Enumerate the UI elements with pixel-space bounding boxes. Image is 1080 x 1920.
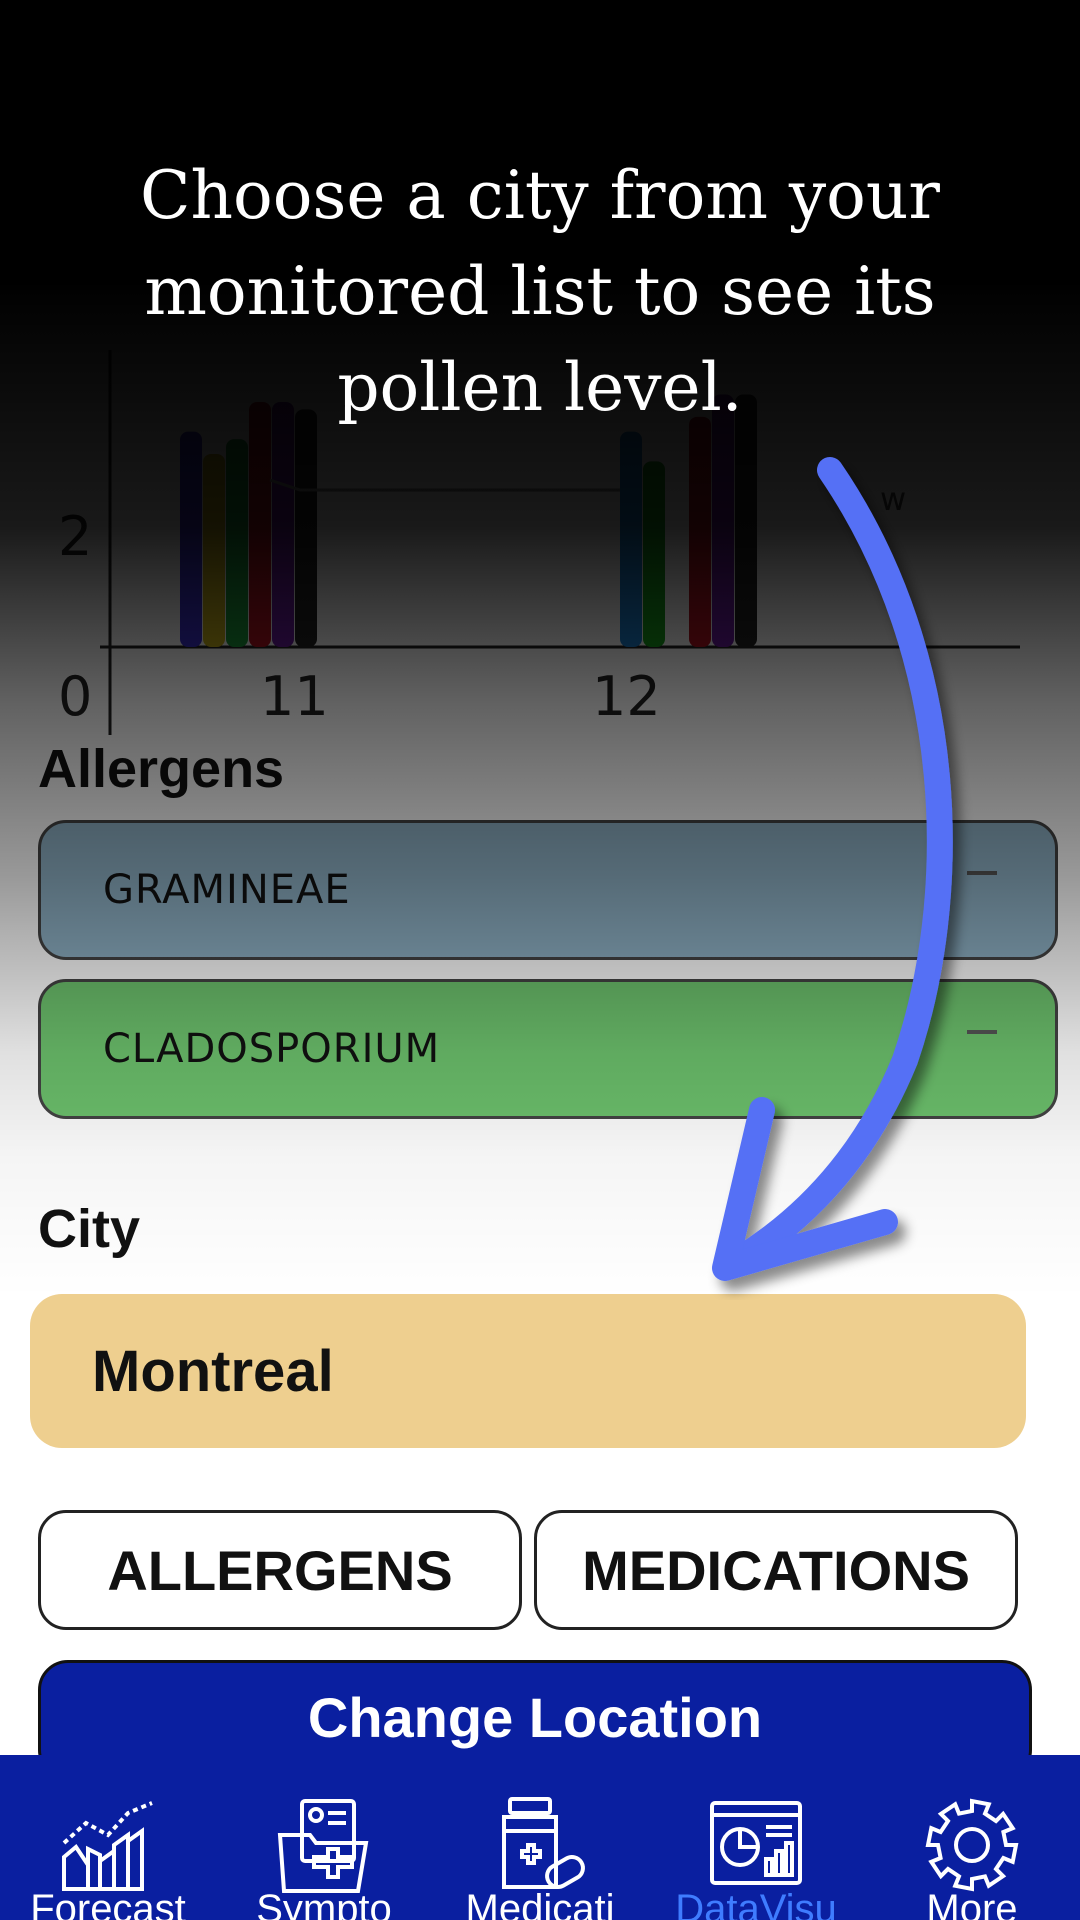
nav-more[interactable]: More: [864, 1755, 1080, 1920]
nav-label: Medicati: [465, 1887, 615, 1920]
gear-icon: [925, 1798, 1019, 1892]
nav-forecast[interactable]: Forecast: [0, 1755, 216, 1920]
data-dashboard-icon: [710, 1801, 802, 1885]
nav-datavisu[interactable]: DataVisu: [648, 1755, 864, 1920]
allergens-button[interactable]: ALLERGENS: [38, 1510, 522, 1630]
medication-bottle-icon: [502, 1797, 585, 1889]
coach-arrow-icon: [712, 457, 953, 1281]
nav-label: Sympto: [256, 1887, 392, 1920]
nav-label: More: [926, 1887, 1018, 1920]
medications-button[interactable]: MEDICATIONS: [534, 1510, 1018, 1630]
nav-symptoms[interactable]: Sympto: [216, 1755, 432, 1920]
selected-city: Montreal: [92, 1338, 334, 1404]
forecast-chart-icon: [62, 1801, 153, 1891]
symptoms-folder-icon: [277, 1799, 369, 1893]
city-selector[interactable]: Montreal: [30, 1294, 1026, 1448]
nav-label: Forecast: [30, 1887, 186, 1920]
bottom-navigation: Forecast Sympto Medicati DataVisu More: [0, 1755, 1080, 1920]
nav-medications[interactable]: Medicati: [432, 1755, 648, 1920]
nav-label: DataVisu: [675, 1887, 837, 1920]
